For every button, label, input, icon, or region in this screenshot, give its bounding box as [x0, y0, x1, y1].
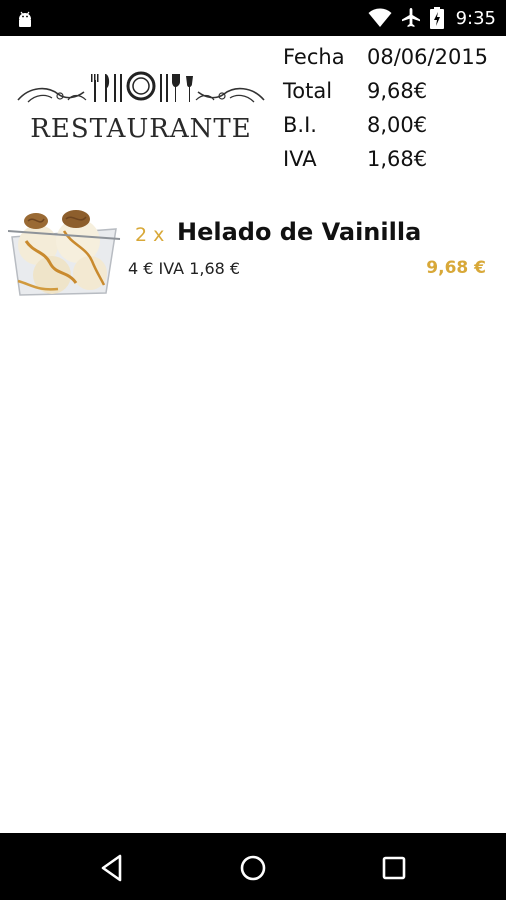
- wifi-icon: [368, 8, 392, 27]
- summary-row-total: Total 9,68€: [283, 74, 503, 108]
- summary-row-bi: B.I. 8,00€: [283, 108, 503, 142]
- item-name: Helado de Vainilla: [177, 218, 422, 246]
- summary-value: 08/06/2015: [367, 45, 489, 69]
- status-bar: 9:35: [0, 0, 506, 36]
- receipt-summary: Fecha 08/06/2015 Total 9,68€ B.I. 8,00€ …: [283, 40, 503, 176]
- cutlery-icon: [17, 71, 265, 103]
- back-icon[interactable]: [96, 851, 130, 885]
- home-icon[interactable]: [236, 851, 270, 885]
- ice-cream-image: [8, 201, 122, 297]
- status-time: 9:35: [455, 7, 496, 29]
- app-screen: 9:35 RESTAURANTE Fecha 08/06/2015 Total …: [0, 0, 506, 900]
- summary-label: Total: [283, 79, 333, 103]
- item-total: 9,68 €: [426, 258, 486, 278]
- recents-icon[interactable]: [377, 851, 411, 885]
- navigation-bar: [0, 833, 506, 900]
- status-icons: 9:35: [368, 0, 496, 36]
- summary-label: Fecha: [283, 45, 345, 69]
- summary-row-fecha: Fecha 08/06/2015: [283, 40, 503, 74]
- summary-row-iva: IVA 1,68€: [283, 142, 503, 176]
- battery-icon: [429, 7, 444, 29]
- android-icon: [19, 11, 31, 27]
- summary-label: B.I.: [283, 113, 317, 137]
- item-detail: 4 € IVA 1,68 €: [128, 259, 241, 278]
- airplane-icon: [401, 8, 420, 27]
- summary-value: 8,00€: [367, 113, 428, 137]
- restaurant-logo: RESTAURANTE: [10, 64, 272, 146]
- logo-text: RESTAURANTE: [30, 114, 252, 144]
- summary-label: IVA: [283, 147, 317, 171]
- summary-value: 9,68€: [367, 79, 428, 103]
- summary-value: 1,68€: [367, 147, 428, 171]
- order-item[interactable]: 2 x Helado de Vainilla 4 € IVA 1,68 € 9,…: [0, 197, 506, 301]
- item-quantity: 2 x: [135, 224, 165, 246]
